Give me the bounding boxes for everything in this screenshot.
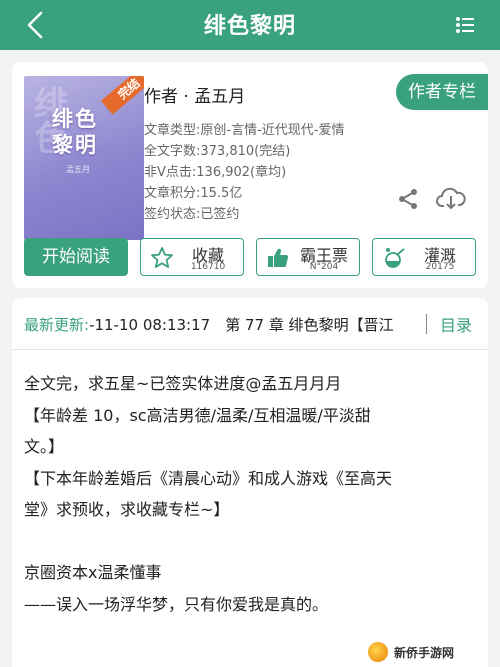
download-button[interactable] bbox=[436, 186, 466, 212]
collect-count: 116710 bbox=[190, 262, 226, 272]
meta-genre: 文章类型:原创-言情-近代现代-爱情 bbox=[144, 123, 345, 138]
collect-button[interactable]: 收藏 116710 bbox=[140, 238, 244, 276]
content-card: 最新更新:-11-10 08:13:17 第 77 章 绯色黎明【晋江 目录 全… bbox=[12, 298, 488, 667]
meta-clicks: 非V点击:136,902(章均) bbox=[144, 165, 287, 180]
water-button[interactable]: 灌溉 20175 bbox=[372, 238, 476, 276]
cover-title: 绯色 黎明 bbox=[52, 107, 98, 157]
share-icon bbox=[399, 189, 417, 209]
desc-line: ——误入一场浮华梦，只有你爱我是真的。 bbox=[24, 594, 329, 614]
desc-line: 全文完，求五星~已签实体进度@孟五月月月 bbox=[24, 374, 342, 393]
author-name[interactable]: 作者 · 孟五月 bbox=[144, 82, 245, 107]
latest-update-link[interactable]: 最新更新:-11-10 08:13:17 第 77 章 绯色黎明【晋江 bbox=[24, 314, 416, 336]
watermark-text: 新侨手游网 bbox=[394, 645, 455, 660]
meta-word-count: 全文字数:373,810(完结) bbox=[144, 144, 291, 159]
cover-subtitle: 孟五月 bbox=[66, 165, 90, 174]
desc-line: 【年龄差 10，sc高洁男德/温柔/互相温暖/平淡甜 bbox=[24, 405, 371, 425]
meta-score: 文章积分:15.5亿 bbox=[144, 186, 243, 201]
book-cover[interactable]: 绯色 绯色 黎明 孟五月 完结 bbox=[24, 76, 144, 240]
latest-update-text: -11-10 08:13:17 第 77 章 绯色黎明【晋江 bbox=[89, 316, 394, 334]
thumbs-up-icon bbox=[268, 248, 289, 268]
desc-line: 【下本年龄差婚后《清晨心动》和成人游戏《至高天 bbox=[24, 468, 393, 488]
page-title: 绯色黎明 bbox=[203, 14, 296, 39]
directory-button[interactable]: 目录 bbox=[440, 312, 472, 336]
share-button[interactable] bbox=[397, 188, 419, 210]
book-description: 全文完，求五星~已签实体进度@孟五月月月 【年龄差 10，sc高洁男德/温柔/互… bbox=[24, 368, 480, 620]
desc-line bbox=[24, 526, 480, 558]
star-icon bbox=[151, 247, 173, 268]
desc-line: 京圈资本x温柔懂事 bbox=[24, 563, 162, 582]
more-button[interactable] bbox=[450, 10, 480, 40]
water-count: 20175 bbox=[425, 262, 455, 272]
book-info-card: 绯色 绯色 黎明 孟五月 完结 作者 · 孟五月 作者专栏 文章类型:原创-言情… bbox=[12, 62, 488, 288]
start-reading-button[interactable]: 开始阅读 bbox=[24, 238, 128, 276]
book-meta: 文章类型:原创-言情-近代现代-爱情 全文字数:373,810(完结) 非V点击… bbox=[144, 120, 344, 225]
latest-update-row: 最新更新:-11-10 08:13:17 第 77 章 绯色黎明【晋江 目录 bbox=[12, 298, 488, 350]
more-dots-icon bbox=[456, 17, 474, 33]
meta-sign-status: 签约状态:已签约 bbox=[144, 207, 240, 222]
watermark-logo-icon bbox=[366, 640, 390, 664]
latest-update-label: 最新更新: bbox=[24, 316, 90, 334]
desc-line: 文。】 bbox=[24, 437, 65, 456]
author-column-button[interactable]: 作者专栏 bbox=[396, 74, 488, 110]
watermark: 新侨手游网 bbox=[366, 639, 496, 665]
vote-button[interactable]: 霸王票 N°204 bbox=[256, 238, 360, 276]
completed-badge: 完结 bbox=[100, 76, 144, 115]
divider bbox=[426, 314, 427, 334]
top-bar: 绯色黎明 bbox=[0, 0, 500, 50]
cloud-download-icon bbox=[436, 187, 466, 210]
desc-line: 堂》求预收，求收藏专栏~】 bbox=[24, 500, 230, 519]
watering-can-icon bbox=[385, 248, 405, 268]
vote-count: N°204 bbox=[309, 262, 339, 272]
